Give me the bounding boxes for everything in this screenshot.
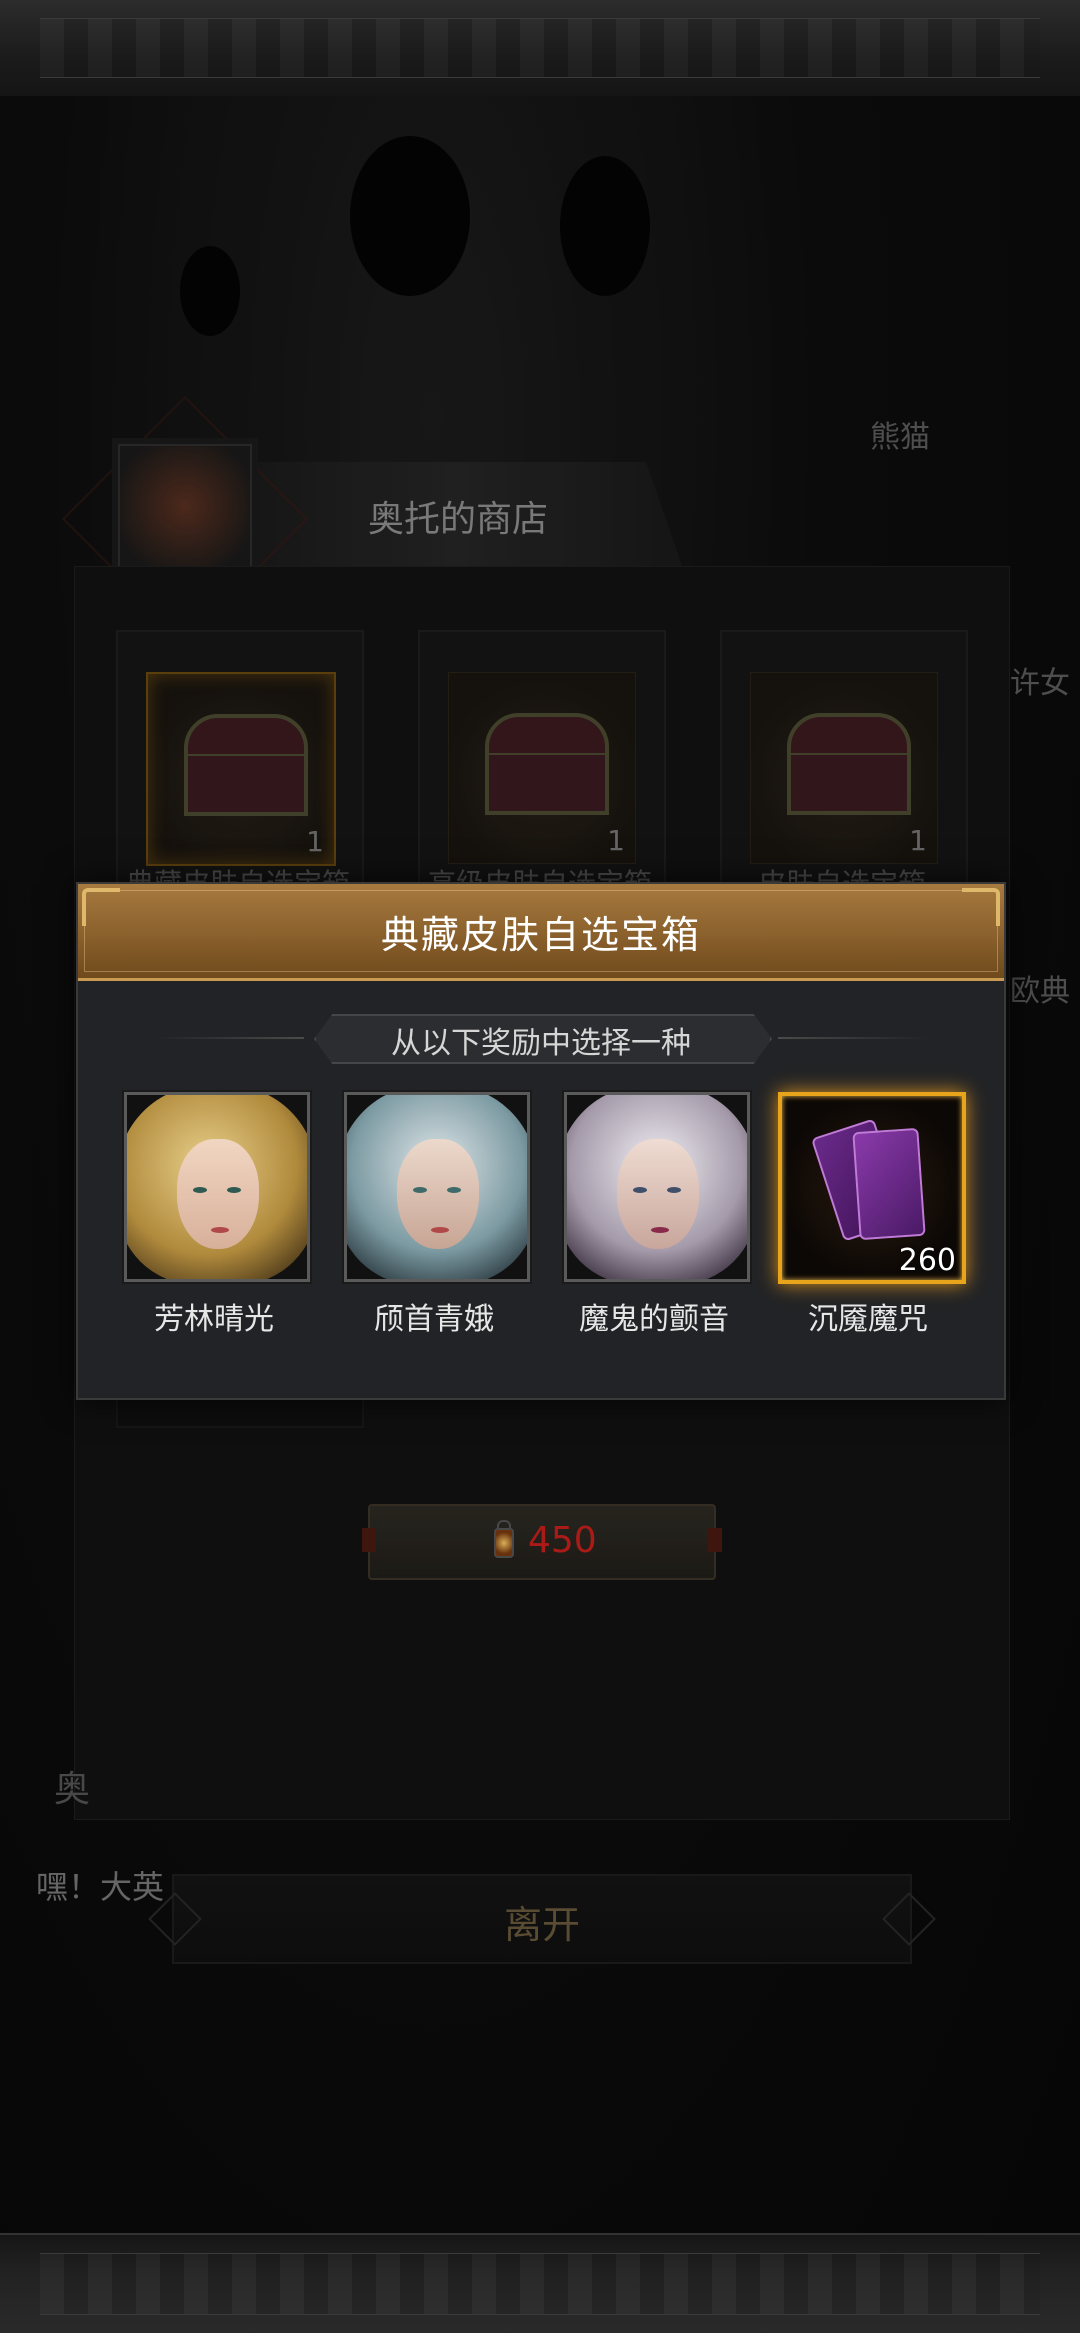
top-border-band	[0, 0, 1080, 98]
portrait-blonde-hero-icon	[127, 1095, 307, 1279]
dialog-title: 典藏皮肤自选宝箱	[380, 913, 701, 957]
reward-label: 颀首青娥	[374, 1302, 494, 1337]
reward-count: 260	[898, 1243, 956, 1278]
reward-select-dialog: 典藏皮肤自选宝箱 从以下奖励中选择一种 芳林晴光 颀首青娥 魔鬼的颤音 260 …	[76, 882, 1006, 1400]
dialog-header: 典藏皮肤自选宝箱	[78, 884, 1004, 981]
reward-label: 沉魇魔咒	[808, 1302, 928, 1337]
bottom-border-band	[0, 2233, 1080, 2333]
reward-label: 芳林晴光	[154, 1302, 274, 1337]
reward-option-2[interactable]	[344, 1092, 530, 1282]
reward-option-4-selected[interactable]: 260	[778, 1092, 966, 1284]
reward-option-3[interactable]	[564, 1092, 750, 1282]
reward-option-1[interactable]	[124, 1092, 310, 1282]
portrait-silver-violet-hero-icon	[567, 1095, 747, 1279]
portrait-silver-teal-hero-icon	[347, 1095, 527, 1279]
reward-label: 魔鬼的颤音	[579, 1302, 729, 1337]
dialog-subtitle: 从以下奖励中选择一种	[391, 1026, 691, 1061]
divider	[778, 1037, 928, 1039]
divider	[154, 1037, 304, 1039]
